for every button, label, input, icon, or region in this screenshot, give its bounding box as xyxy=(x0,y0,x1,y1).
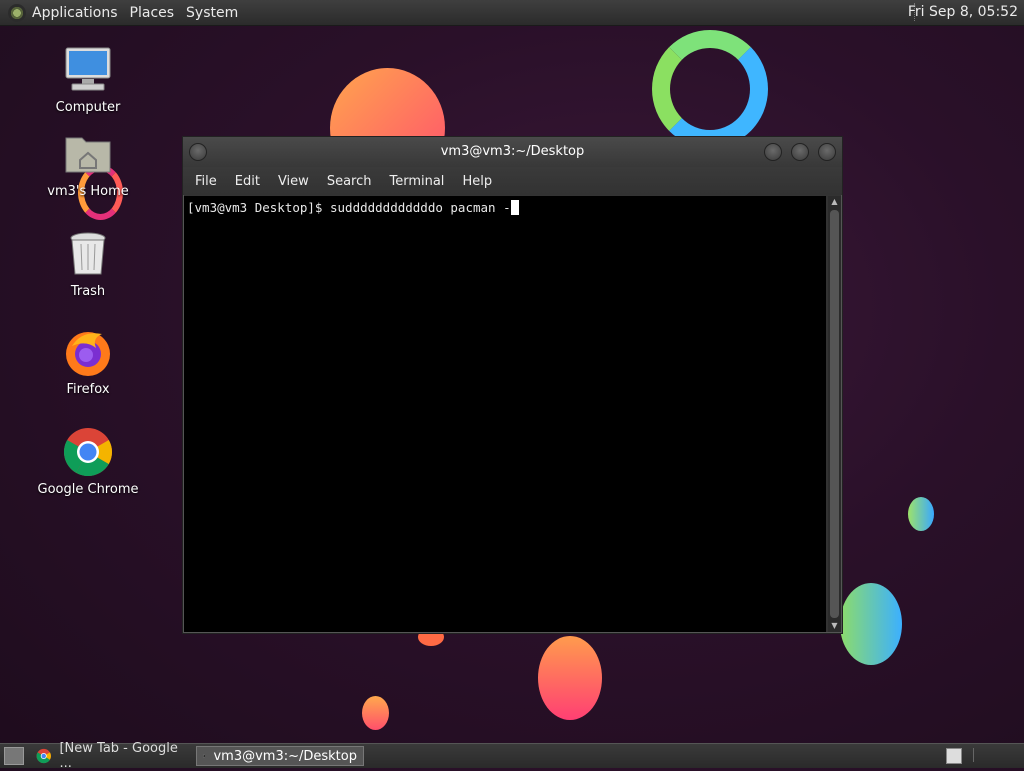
clock[interactable]: Fri Sep 8, 05:52 xyxy=(908,4,1018,20)
scrollbar-thumb[interactable] xyxy=(830,210,839,618)
desktop-icon-trash[interactable]: Trash xyxy=(28,228,148,299)
menu-applications[interactable]: Applications xyxy=(32,5,126,21)
menu-view[interactable]: View xyxy=(270,174,317,189)
terminal-scrollbar[interactable]: ▲ ▼ xyxy=(828,196,841,632)
terminal-command: suddddddddddddo pacman - xyxy=(330,200,511,215)
wallpaper-shape xyxy=(840,583,902,665)
workspace-2[interactable] xyxy=(973,748,1004,762)
desktop-icon-label: Computer xyxy=(55,100,121,115)
chrome-icon xyxy=(36,748,51,764)
show-desktop-icon[interactable] xyxy=(4,747,24,765)
top-menu: Applications Places System xyxy=(32,5,250,21)
menu-help[interactable]: Help xyxy=(454,174,500,189)
menu-search[interactable]: Search xyxy=(319,174,380,189)
desktop-icon-label: Trash xyxy=(70,284,106,299)
wallpaper-shape xyxy=(538,636,602,720)
scroll-up-arrow-icon[interactable]: ▲ xyxy=(828,196,841,208)
maximize-button[interactable] xyxy=(791,143,809,161)
top-panel: Applications Places System Fri Sep 8, 05… xyxy=(0,0,1024,26)
terminal-prompt: [vm3@vm3 Desktop]$ xyxy=(187,200,330,215)
taskbar-item-terminal[interactable]: vm3@vm3:~/Desktop xyxy=(196,746,364,766)
wallpaper-shape xyxy=(362,696,389,730)
minimize-button[interactable] xyxy=(764,143,782,161)
desktop-icon-firefox[interactable]: Firefox xyxy=(28,326,148,397)
taskbar-item-label: [New Tab - Google ... xyxy=(59,741,178,771)
desktop-icon-label: Firefox xyxy=(66,382,110,397)
scroll-down-arrow-icon[interactable]: ▼ xyxy=(828,620,841,632)
wallpaper-shape xyxy=(908,497,934,531)
terminal-line: [vm3@vm3 Desktop]$ suddddddddddddo pacma… xyxy=(184,196,826,215)
trash-icon xyxy=(62,228,114,280)
terminal-output[interactable]: [vm3@vm3 Desktop]$ suddddddddddddo pacma… xyxy=(184,196,826,632)
workspace-1[interactable] xyxy=(946,748,962,764)
desktop-icon-computer[interactable]: Computer xyxy=(28,44,148,115)
chrome-icon xyxy=(62,426,114,478)
desktop-icon-label: Google Chrome xyxy=(37,482,139,497)
desktop-icon-home[interactable]: vm3's Home xyxy=(28,128,148,199)
window-title: vm3@vm3:~/Desktop xyxy=(440,144,585,159)
menu-file[interactable]: File xyxy=(187,174,225,189)
terminal-window[interactable]: vm3@vm3:~/Desktop File Edit View Search … xyxy=(182,136,843,634)
terminal-cursor xyxy=(510,200,519,215)
menu-edit[interactable]: Edit xyxy=(227,174,268,189)
desktop-icon-label: vm3's Home xyxy=(47,184,129,199)
close-button[interactable] xyxy=(818,143,836,161)
home-folder-icon xyxy=(62,128,114,180)
desktop-icon-chrome[interactable]: Google Chrome xyxy=(28,426,148,497)
terminal-menubar: File Edit View Search Terminal Help xyxy=(183,167,842,195)
bottom-panel: [New Tab - Google ... vm3@vm3:~/Desktop xyxy=(0,741,1024,771)
distro-logo-icon[interactable] xyxy=(8,3,26,22)
window-titlebar[interactable]: vm3@vm3:~/Desktop xyxy=(183,137,842,167)
computer-icon xyxy=(62,44,114,96)
taskbar-item-label: vm3@vm3:~/Desktop xyxy=(213,748,357,764)
taskbar-item-chrome[interactable]: [New Tab - Google ... xyxy=(30,741,196,771)
wallpaper-ring xyxy=(652,30,768,148)
firefox-icon xyxy=(62,326,114,378)
terminal-icon xyxy=(203,754,206,758)
menu-terminal[interactable]: Terminal xyxy=(381,174,452,189)
menu-system[interactable]: System xyxy=(186,5,246,21)
menu-places[interactable]: Places xyxy=(130,5,183,21)
